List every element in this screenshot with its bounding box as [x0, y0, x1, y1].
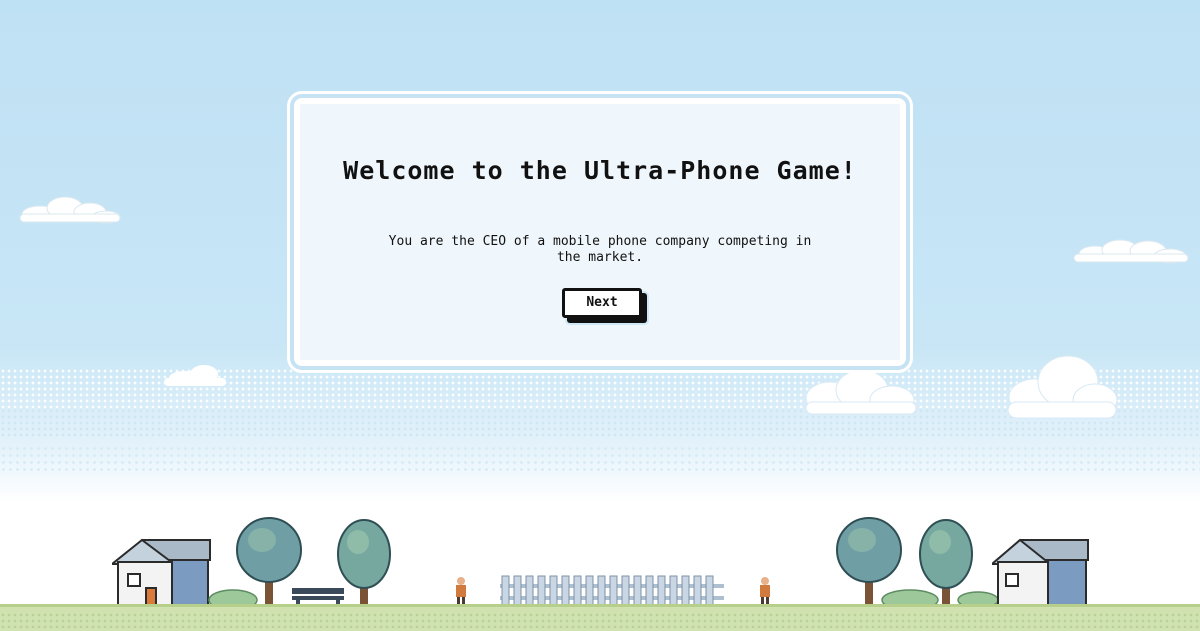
ground-texture	[0, 612, 1200, 628]
game-scene: Welcome to the Ultra-Phone Game! You are…	[0, 0, 1200, 631]
fence-icon	[500, 575, 724, 608]
house-icon	[112, 538, 211, 609]
house-icon	[992, 538, 1089, 609]
dialog-title: Welcome to the Ultra-Phone Game!	[343, 156, 857, 185]
cloud-icon	[1073, 239, 1189, 264]
cloud-icon	[19, 196, 121, 224]
welcome-dialog: Welcome to the Ultra-Phone Game! You are…	[290, 94, 910, 370]
dialog-description: You are the CEO of a mobile phone compan…	[388, 234, 812, 265]
cloud-icon	[805, 369, 917, 415]
horizon-haze	[0, 445, 1200, 473]
next-button[interactable]: Next	[562, 288, 642, 318]
cloud-icon	[164, 365, 226, 386]
cloud-icon	[1007, 355, 1118, 419]
